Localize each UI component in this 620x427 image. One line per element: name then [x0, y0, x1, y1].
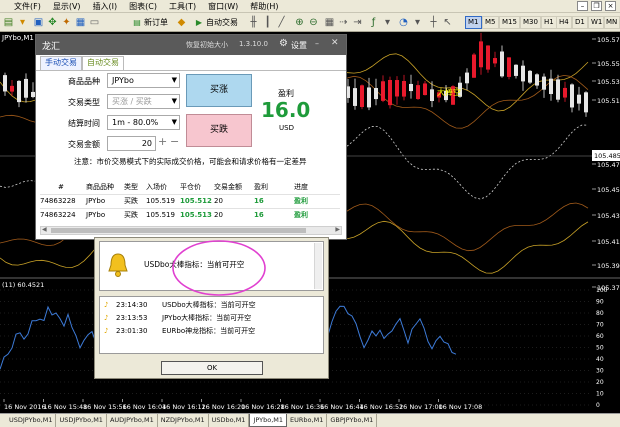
chart-tabs: USDJPYbo,M1 USDJPYbo,M1 AUDJPYbo,M1 NZDJ…	[0, 413, 620, 427]
tab-chart[interactable]: NZDJPYbo,M1	[158, 414, 209, 427]
tab-chart[interactable]: EURbo,M1	[287, 414, 328, 427]
tab-chart[interactable]: AUDJPYbo,M1	[107, 414, 158, 427]
tab-chart[interactable]: USDJPYbo,M1	[6, 414, 57, 427]
tab-chart[interactable]: GBPJPYbo,M1	[327, 414, 378, 427]
tab-chart-active[interactable]: JPYbo,M1	[249, 414, 288, 427]
highlight-ellipse	[172, 240, 266, 296]
tab-chart[interactable]: USDJPYbo,M1	[56, 414, 107, 427]
tab-chart[interactable]: USDbo,M1	[209, 414, 250, 427]
